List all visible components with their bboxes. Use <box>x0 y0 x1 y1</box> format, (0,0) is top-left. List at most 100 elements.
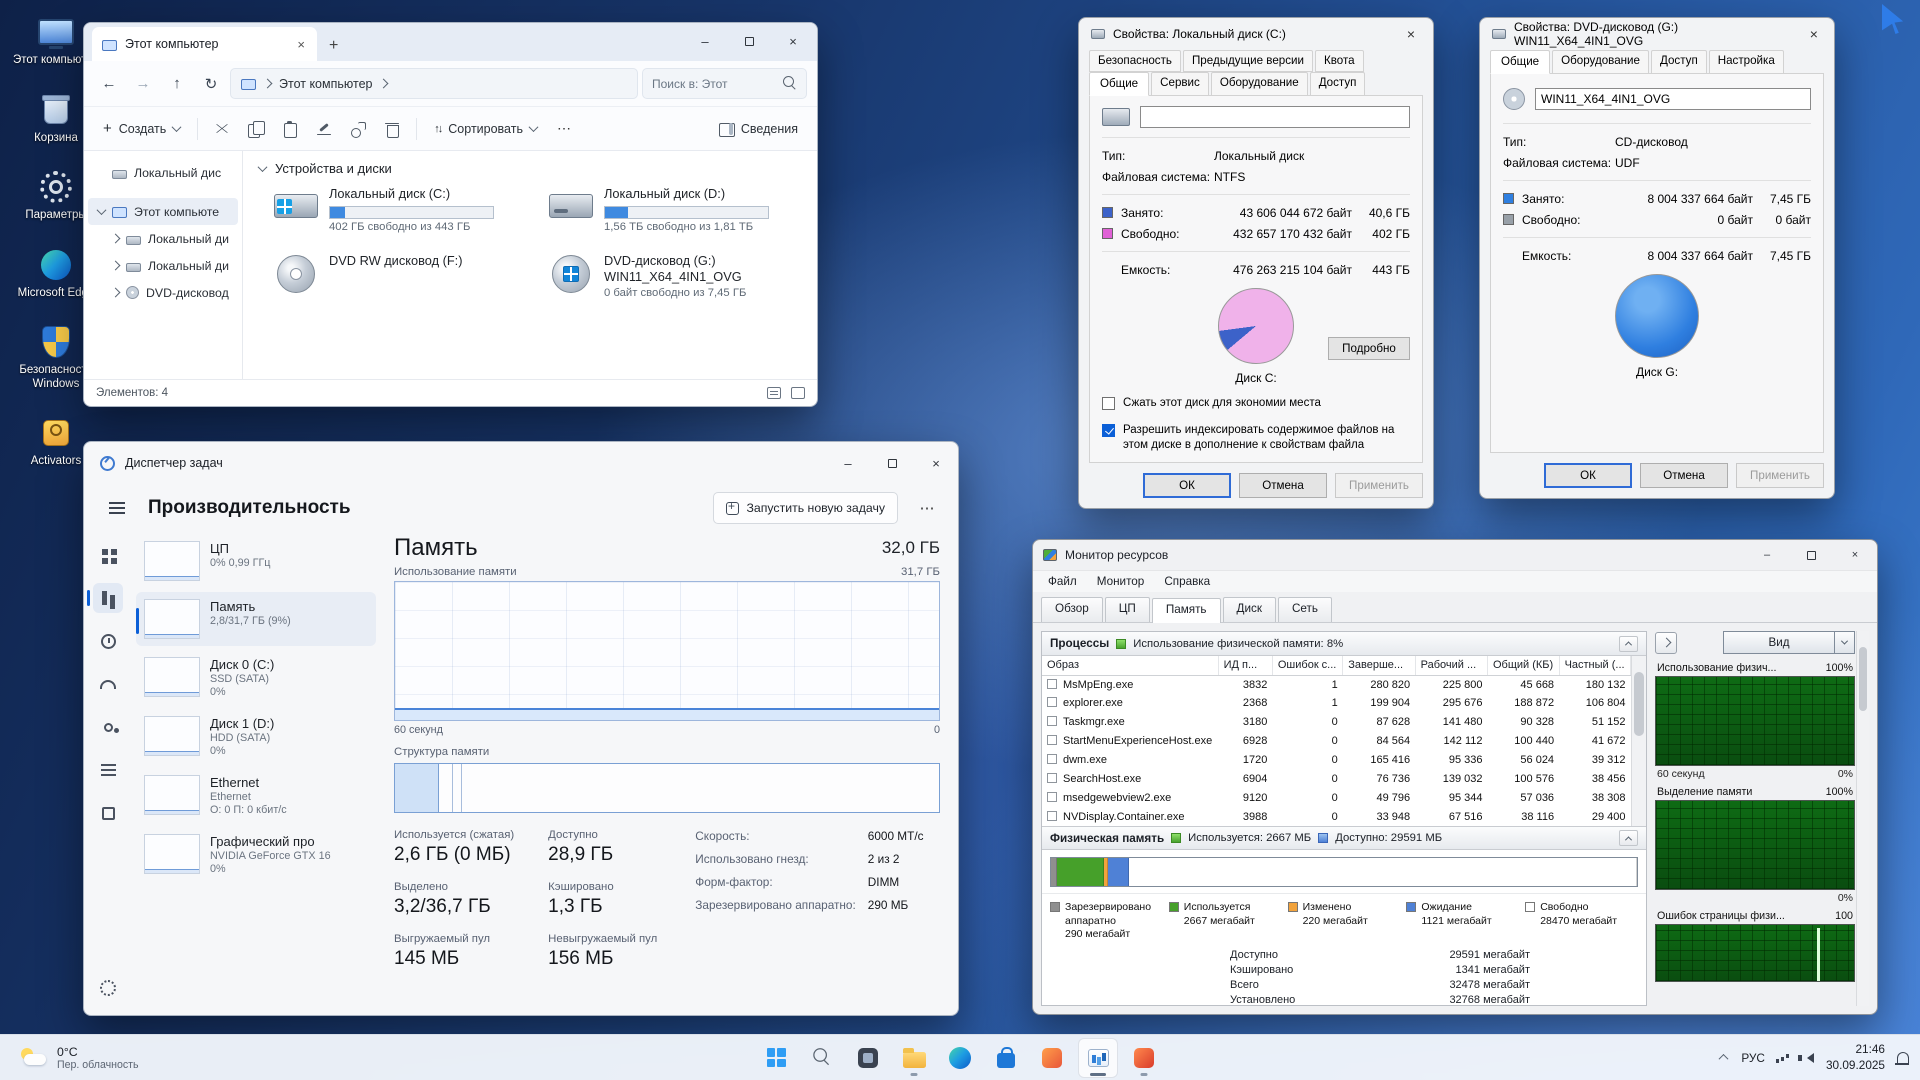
tab[interactable]: Общие <box>1089 72 1149 96</box>
index-option[interactable]: Разрешить индексировать содержимое файло… <box>1102 423 1410 454</box>
refresh-button[interactable]: ↻ <box>196 69 226 99</box>
column-header[interactable]: Ошибок с... <box>1272 656 1342 675</box>
sidebar-item[interactable]: Локальный дис <box>88 159 238 186</box>
tab[interactable]: Общие <box>1490 50 1550 74</box>
perf-item[interactable]: Графический про NVIDIA GeForce GTX 16 0% <box>136 827 376 882</box>
minimize-button[interactable]: – <box>826 442 870 484</box>
scrollbar[interactable] <box>1856 631 1869 1006</box>
perf-item[interactable]: Ethernet Ethernet О: 0 П: 0 кбит/с <box>136 768 376 823</box>
forward-button[interactable]: → <box>128 69 158 99</box>
create-button[interactable]: +Создать <box>94 115 189 142</box>
store-button[interactable] <box>986 1038 1026 1078</box>
process-checkbox[interactable] <box>1047 773 1057 783</box>
sort-button[interactable]: ↑↓Сортировать <box>425 116 546 142</box>
nav-details-icon[interactable] <box>93 755 123 785</box>
tab[interactable]: Настройка <box>1709 50 1784 74</box>
drive-item[interactable]: Локальный диск (D:) 1,56 ТБ свободно из … <box>548 186 807 233</box>
chevron-icon[interactable] <box>111 234 121 244</box>
compress-option[interactable]: Сжать этот диск для экономии места <box>1102 396 1410 412</box>
tab[interactable]: Оборудование <box>1211 72 1308 96</box>
tab[interactable]: ЦП <box>1105 597 1150 622</box>
process-checkbox[interactable] <box>1047 716 1057 726</box>
ok-button[interactable]: ОК <box>1143 473 1231 498</box>
expand-panel-button[interactable] <box>1655 632 1677 654</box>
process-row[interactable]: NVDisplay.Container.exe 3988 0 33 948 67… <box>1042 807 1631 826</box>
nav-startup-icon[interactable] <box>93 669 123 699</box>
column-header[interactable]: Рабочий ... <box>1415 656 1487 675</box>
column-header[interactable]: ИД п... <box>1218 656 1272 675</box>
more-options-icon[interactable]: ⋯ <box>912 499 942 517</box>
search-button[interactable] <box>802 1038 842 1078</box>
volume-button[interactable] <box>1801 1053 1815 1063</box>
task-manager-button[interactable] <box>1078 1038 1118 1078</box>
rename-button[interactable] <box>308 113 340 145</box>
scrollbar-thumb[interactable] <box>1634 672 1644 736</box>
start-button[interactable] <box>756 1038 796 1078</box>
notifications-button[interactable] <box>1896 1052 1910 1063</box>
physical-memory-section-header[interactable]: Физическая память Используется: 2667 МБ … <box>1042 826 1646 850</box>
edge-button[interactable] <box>940 1038 980 1078</box>
weather-widget[interactable]: 0°C Пер. облачность <box>10 1042 149 1074</box>
nav-services-icon[interactable] <box>93 798 123 828</box>
chevron-icon[interactable] <box>111 288 121 298</box>
more-button[interactable]: ⋯ <box>548 114 581 143</box>
perf-item[interactable]: ЦП 0% 0,99 ГГц <box>136 534 376 588</box>
minimize-button[interactable]: – <box>683 23 727 59</box>
breadcrumb[interactable]: Этот компьютер <box>279 77 372 91</box>
sidebar-item[interactable]: Локальный ди <box>88 225 238 252</box>
explorer-button[interactable] <box>894 1038 934 1078</box>
nav-app-history-icon[interactable] <box>93 626 123 656</box>
processes-section-header[interactable]: Процессы Использование физической памяти… <box>1042 632 1646 656</box>
process-row[interactable]: MsMpEng.exe 3832 1 280 820 225 800 45 66… <box>1042 675 1631 694</box>
collapse-button[interactable] <box>1619 636 1638 652</box>
drive-item[interactable]: DVD RW дисковод (F:) <box>273 253 532 299</box>
close-button[interactable]: × <box>914 442 958 484</box>
devices-section-header[interactable]: Устройства и диски <box>259 161 807 176</box>
copy-button[interactable] <box>240 113 272 145</box>
thumbnail-view-icon[interactable] <box>791 387 805 399</box>
tab[interactable]: Диск <box>1223 597 1276 622</box>
nav-processes-icon[interactable] <box>93 540 123 570</box>
back-button[interactable]: ← <box>94 69 124 99</box>
title-bar[interactable]: Свойства: Локальный диск (C:) × <box>1079 18 1433 50</box>
tab-close-icon[interactable]: × <box>293 37 309 52</box>
maximize-button[interactable] <box>727 23 771 59</box>
tab[interactable]: Предыдущие версии <box>1183 50 1313 72</box>
tab[interactable]: Безопасность <box>1089 50 1181 72</box>
column-header[interactable]: Общий (КБ) <box>1487 656 1559 675</box>
search-icon[interactable] <box>783 76 797 91</box>
close-button[interactable]: × <box>1837 543 1873 567</box>
resource-monitor-button[interactable] <box>1124 1038 1164 1078</box>
perf-item[interactable]: Диск 0 (C:) SSD (SATA) 0% <box>136 650 376 705</box>
tab[interactable]: Доступ <box>1310 72 1366 96</box>
title-bar[interactable]: Диспетчер задач – × <box>84 442 958 484</box>
tab[interactable]: Квота <box>1315 50 1364 72</box>
process-row[interactable]: StartMenuExperienceHost.exe 6928 0 84 56… <box>1042 732 1631 751</box>
task-view-button[interactable] <box>848 1038 888 1078</box>
title-bar[interactable]: Монитор ресурсов – × <box>1033 540 1877 570</box>
menu-item[interactable]: Файл <box>1039 573 1086 590</box>
process-checkbox[interactable] <box>1047 792 1057 802</box>
settings-gear-icon[interactable] <box>93 973 123 1003</box>
collapse-button[interactable] <box>1619 830 1638 846</box>
view-button[interactable]: Вид <box>1723 631 1835 654</box>
list-view-icon[interactable] <box>767 387 781 399</box>
tab[interactable]: Обзор <box>1041 597 1103 622</box>
process-row[interactable]: explorer.exe 2368 1 199 904 295 676 188 … <box>1042 694 1631 713</box>
menu-item[interactable]: Справка <box>1155 573 1219 590</box>
scrollbar-thumb[interactable] <box>1859 647 1867 711</box>
perf-item[interactable]: Диск 1 (D:) HDD (SATA) 0% <box>136 709 376 764</box>
view-dropdown-button[interactable] <box>1835 631 1855 654</box>
menu-item[interactable]: Монитор <box>1088 573 1154 590</box>
perf-item[interactable]: Память 2,8/31,7 ГБ (9%) <box>136 592 376 646</box>
process-row[interactable]: Taskmgr.exe 3180 0 87 628 141 480 90 328… <box>1042 713 1631 732</box>
cut-button[interactable] <box>206 113 238 145</box>
cancel-button[interactable]: Отмена <box>1239 473 1327 498</box>
language-indicator[interactable]: РУС <box>1741 1051 1765 1065</box>
close-button[interactable]: × <box>771 23 815 59</box>
process-row[interactable]: dwm.exe 1720 0 165 416 95 336 56 024 39 … <box>1042 751 1631 770</box>
tab[interactable]: Память <box>1152 598 1221 623</box>
title-bar[interactable]: Свойства: DVD-дисковод (G:) WIN11_X64_4I… <box>1480 18 1834 50</box>
process-checkbox[interactable] <box>1047 811 1057 821</box>
volume-label-input[interactable] <box>1140 106 1410 128</box>
